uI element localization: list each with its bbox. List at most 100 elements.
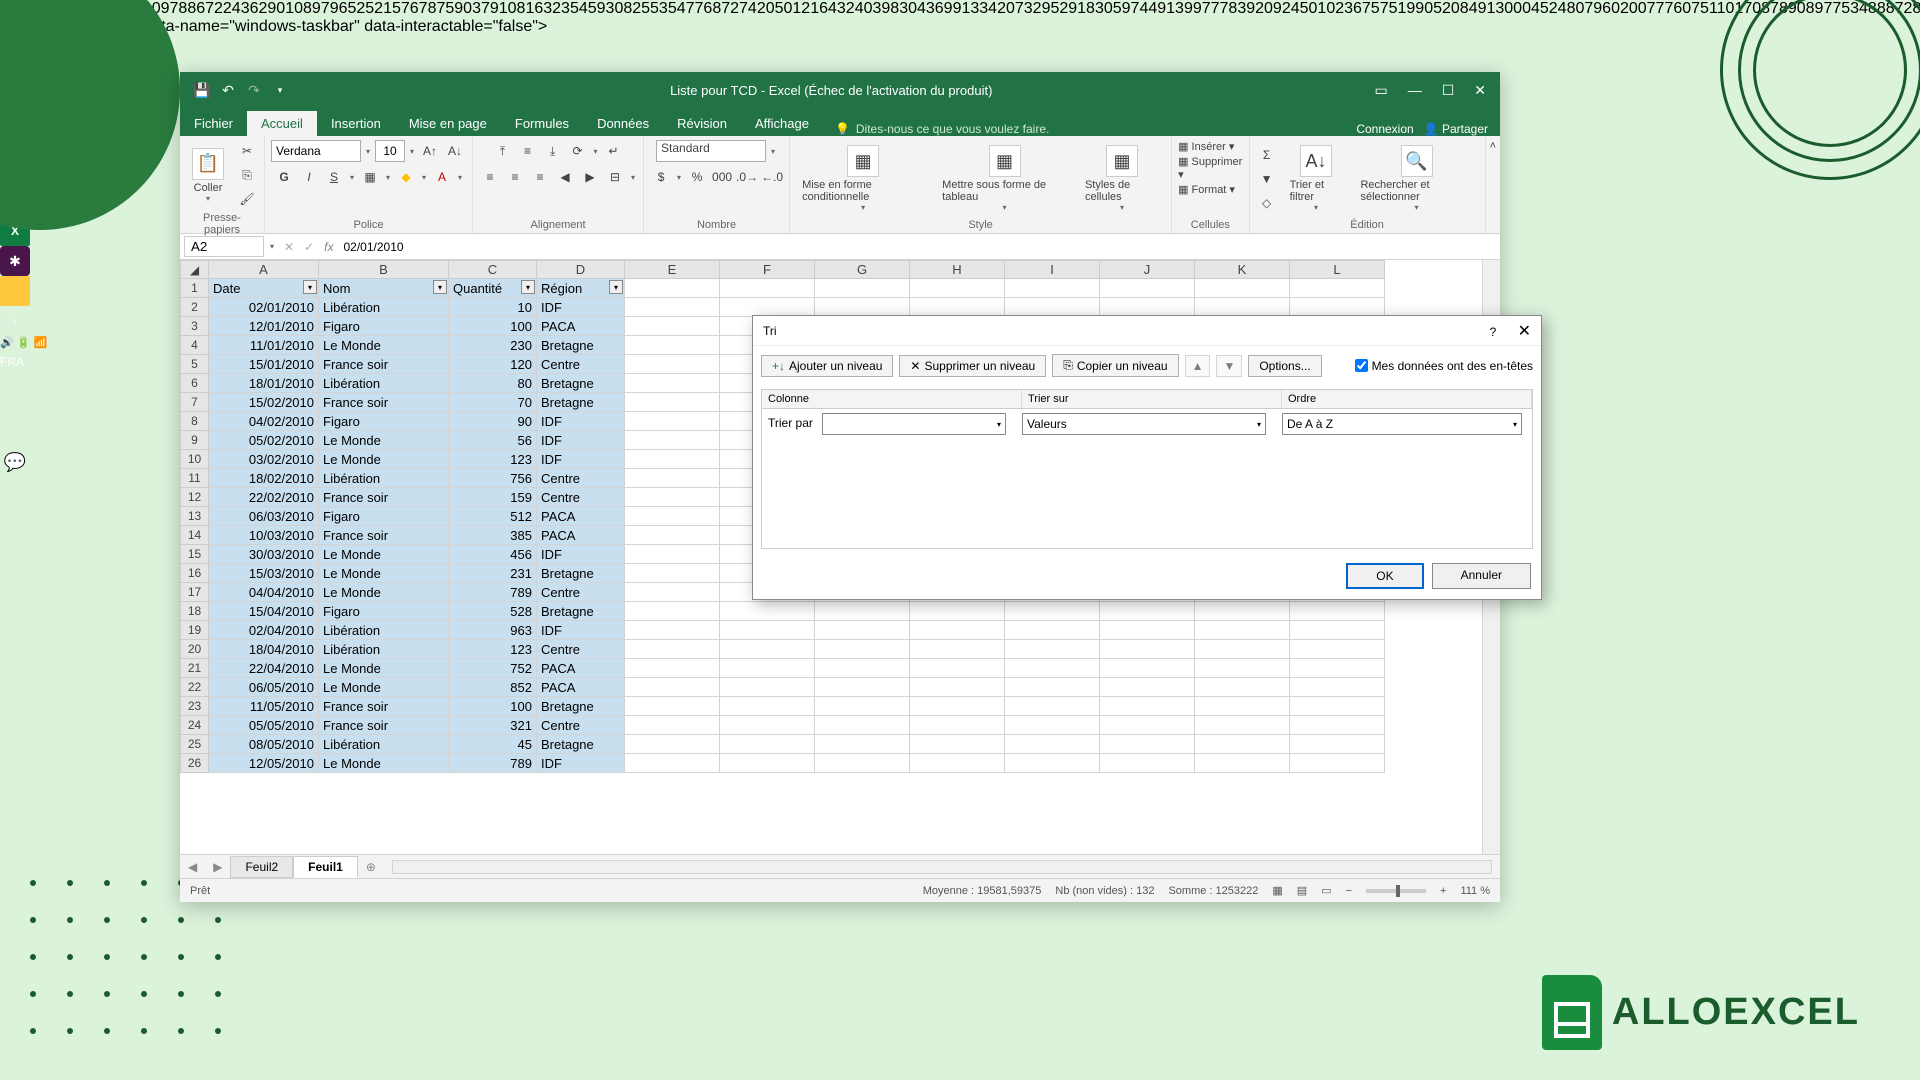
coller-button[interactable]: 📋Coller▾ xyxy=(186,146,230,205)
cell[interactable] xyxy=(1290,659,1385,678)
cell[interactable] xyxy=(1195,754,1290,773)
row-header[interactable]: 21 xyxy=(181,659,209,678)
cell[interactable] xyxy=(1005,754,1100,773)
cell[interactable]: 03/02/2010 xyxy=(209,450,319,469)
ok-button[interactable]: OK xyxy=(1346,563,1423,589)
cell[interactable]: 100 xyxy=(449,697,537,716)
cell[interactable]: 321 xyxy=(449,716,537,735)
cell[interactable]: France soir xyxy=(319,393,449,412)
name-box[interactable] xyxy=(184,236,264,257)
row-header[interactable]: 22 xyxy=(181,678,209,697)
cell[interactable] xyxy=(815,640,910,659)
column-header-region[interactable]: Région▾ xyxy=(537,279,625,298)
cell[interactable]: 120 xyxy=(449,355,537,374)
cell[interactable] xyxy=(1290,298,1385,317)
thousand-sep-icon[interactable]: 000 xyxy=(711,166,733,188)
cell[interactable]: 18/04/2010 xyxy=(209,640,319,659)
wrap-text-icon[interactable]: ↵ xyxy=(603,140,625,162)
sheet-tab-feuil2[interactable]: Feuil2 xyxy=(230,856,293,878)
cell[interactable] xyxy=(1100,754,1195,773)
cell[interactable] xyxy=(625,450,720,469)
column-header-date[interactable]: Date▾ xyxy=(209,279,319,298)
cell[interactable] xyxy=(1195,640,1290,659)
cell[interactable] xyxy=(1005,602,1100,621)
cell[interactable] xyxy=(1005,678,1100,697)
cell[interactable]: IDF xyxy=(537,621,625,640)
cell[interactable] xyxy=(815,659,910,678)
notification-icon[interactable]: 💬 xyxy=(0,447,30,477)
cell[interactable]: 231 xyxy=(449,564,537,583)
tell-me-search[interactable]: 💡 Dites-nous ce que vous voulez faire. xyxy=(823,122,1061,136)
cell[interactable]: France soir xyxy=(319,488,449,507)
cell[interactable] xyxy=(1195,298,1290,317)
cell[interactable] xyxy=(625,697,720,716)
cell[interactable]: 123 xyxy=(449,640,537,659)
row-header[interactable]: 15 xyxy=(181,545,209,564)
cell[interactable]: Le Monde xyxy=(319,431,449,450)
cell[interactable] xyxy=(815,716,910,735)
cell[interactable] xyxy=(910,697,1005,716)
cell[interactable] xyxy=(625,526,720,545)
cell[interactable] xyxy=(720,640,815,659)
sticky-notes-icon[interactable] xyxy=(0,276,30,306)
zoom-out-icon[interactable]: − xyxy=(1346,885,1352,897)
column-header[interactable]: F xyxy=(720,261,815,279)
move-up-button[interactable]: ▲ xyxy=(1185,355,1211,377)
cell[interactable] xyxy=(1005,621,1100,640)
options-button[interactable]: Options... xyxy=(1248,355,1321,377)
cell[interactable]: Bretagne xyxy=(537,697,625,716)
cell[interactable] xyxy=(815,298,910,317)
increase-decimal-icon[interactable]: .0→ xyxy=(736,166,758,188)
cell[interactable] xyxy=(720,659,815,678)
column-header[interactable]: C xyxy=(449,261,537,279)
cell[interactable]: Libération xyxy=(319,469,449,488)
row-header[interactable]: 7 xyxy=(181,393,209,412)
cell[interactable] xyxy=(1100,659,1195,678)
row-header[interactable]: 5 xyxy=(181,355,209,374)
decrease-font-icon[interactable]: A↓ xyxy=(444,140,466,162)
cell[interactable]: 12/01/2010 xyxy=(209,317,319,336)
cell[interactable]: 22/04/2010 xyxy=(209,659,319,678)
align-middle-icon[interactable]: ≡ xyxy=(517,140,539,162)
row-header[interactable]: 10 xyxy=(181,450,209,469)
format-painter-icon[interactable]: 🖌 xyxy=(236,188,258,210)
cell[interactable]: 80 xyxy=(449,374,537,393)
cell[interactable]: 10 xyxy=(449,298,537,317)
horizontal-scrollbar[interactable] xyxy=(392,860,1492,874)
cell[interactable] xyxy=(1100,602,1195,621)
inserer-button[interactable]: ▦ Insérer ▾ xyxy=(1178,140,1234,153)
cell[interactable]: 56 xyxy=(449,431,537,450)
formula-input[interactable]: 02/01/2010 xyxy=(343,240,1492,254)
row-header[interactable]: 3 xyxy=(181,317,209,336)
tab-mise-en-page[interactable]: Mise en page xyxy=(395,111,501,136)
cell[interactable] xyxy=(1005,640,1100,659)
cell[interactable] xyxy=(910,640,1005,659)
cell[interactable] xyxy=(625,507,720,526)
cell[interactable]: Libération xyxy=(319,298,449,317)
cell[interactable]: Centre xyxy=(537,469,625,488)
cell[interactable] xyxy=(910,621,1005,640)
column-header[interactable]: A xyxy=(209,261,319,279)
cell[interactable]: 90 xyxy=(449,412,537,431)
row-header[interactable]: 18 xyxy=(181,602,209,621)
cell[interactable] xyxy=(625,431,720,450)
cell[interactable]: Libération xyxy=(319,735,449,754)
cell[interactable] xyxy=(1100,678,1195,697)
tab-donnees[interactable]: Données xyxy=(583,111,663,136)
cell[interactable]: Bretagne xyxy=(537,393,625,412)
cell[interactable]: 15/02/2010 xyxy=(209,393,319,412)
cell[interactable]: 123 xyxy=(449,450,537,469)
cell[interactable]: Le Monde xyxy=(319,678,449,697)
filter-icon[interactable]: ▾ xyxy=(609,280,623,294)
cell[interactable] xyxy=(815,602,910,621)
cell[interactable]: 15/03/2010 xyxy=(209,564,319,583)
maximize-icon[interactable]: ☐ xyxy=(1442,82,1455,99)
cell[interactable]: 06/03/2010 xyxy=(209,507,319,526)
cell[interactable] xyxy=(910,602,1005,621)
cell[interactable]: Bretagne xyxy=(537,602,625,621)
cell[interactable]: Le Monde xyxy=(319,336,449,355)
cell[interactable]: Centre xyxy=(537,716,625,735)
cell[interactable] xyxy=(1290,678,1385,697)
cell[interactable] xyxy=(625,583,720,602)
column-select[interactable]: ▾ xyxy=(822,413,1006,435)
